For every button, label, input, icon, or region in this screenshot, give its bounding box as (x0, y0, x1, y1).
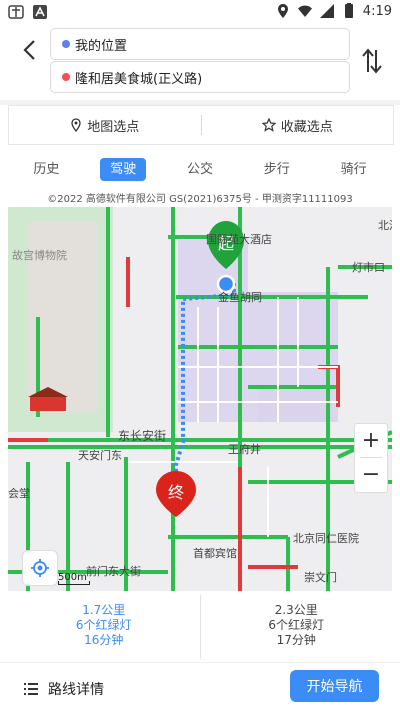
tab-walk[interactable]: 步行 (238, 158, 315, 177)
origin-field[interactable]: 我的位置 (50, 28, 350, 60)
route-options: 1.7公里 6个红绿灯 16分钟 2.3公里 6个红绿灯 17分钟 (8, 595, 392, 659)
map-label-guojiyuan: 国际苑大酒店 (206, 232, 272, 246)
map-copyright: ©2022 高德软件有限公司 GS(2021)6375号 - 甲测资字11111… (47, 194, 353, 205)
route-details-button[interactable]: 路线详情 (24, 679, 104, 699)
favorite-pick-label: 收藏选点 (280, 119, 333, 135)
tab-drive[interactable]: 驾驶 (85, 157, 162, 181)
start-navigation-button[interactable]: 开始导航 (290, 670, 379, 702)
map-pick-label: 地图选点 (87, 119, 140, 135)
block-area (258, 387, 333, 422)
wifi-icon (297, 5, 312, 17)
destination-dot-icon (62, 73, 70, 81)
map-label-beiheyan: 北河 (378, 219, 392, 232)
route-map[interactable]: 起 终 故宫博物院 灯市口 北河 金鱼胡同 国际苑大酒店 东长安街 天安门东 王… (8, 207, 392, 591)
locate-button[interactable] (22, 550, 58, 586)
map-pin-icon (71, 118, 81, 132)
end-marker-label: 终 (168, 483, 184, 502)
tab-label: 驾驶 (100, 157, 147, 181)
destination-text: 隆和居美食城(正义路) (75, 71, 203, 87)
map-label-changan: 东长安街 (118, 428, 166, 443)
route-duration: 16分钟 (84, 633, 124, 647)
map-label-chongwen: 崇文门 (304, 570, 337, 584)
star-icon (261, 118, 276, 132)
bottom-bar: 路线详情 开始导航 (0, 662, 400, 712)
swap-icon[interactable] (360, 48, 384, 74)
destination-field[interactable]: 隆和居美食城(正义路) (50, 61, 350, 93)
map-label-jinyu: 金鱼胡同 (218, 290, 262, 304)
map-label-wangfujing: 王府井 (228, 442, 261, 456)
route-lights: 6个红绿灯 (75, 618, 132, 632)
tab-label: 步行 (263, 161, 290, 177)
tab-label: 历史 (33, 161, 60, 177)
battery-icon (344, 3, 353, 18)
map-label-gugong: 故宫博物院 (12, 248, 67, 262)
tab-transit[interactable]: 公交 (162, 158, 239, 177)
status-time: 4:19 (362, 3, 392, 19)
route-lights: 6个红绿灯 (268, 618, 325, 632)
route-details-label: 路线详情 (48, 682, 104, 698)
point-options: 地图选点 收藏选点 (8, 105, 394, 145)
zoom-controls: + − (354, 423, 388, 493)
tab-bike[interactable]: 骑行 (315, 158, 392, 177)
back-arrow-icon[interactable] (18, 38, 42, 62)
map-label-tiananmen: 天安门东 (78, 448, 122, 462)
map-label-shoudu: 首都宾馆 (193, 546, 237, 560)
signal-icon (319, 4, 334, 18)
route-distance: 1.7公里 (82, 603, 126, 617)
status-left (8, 4, 48, 20)
map-label-dengshikou: 灯市口 (352, 260, 385, 274)
map-pick-button[interactable]: 地图选点 (9, 116, 201, 135)
text-icon (33, 5, 47, 19)
route-option-2[interactable]: 2.3公里 6个红绿灯 17分钟 (201, 595, 393, 659)
list-icon (24, 683, 38, 695)
map-scale: 500m (58, 572, 90, 585)
route-option-1[interactable]: 1.7公里 6个红绿灯 16分钟 (8, 595, 200, 659)
route-duration: 17分钟 (276, 633, 316, 647)
map-label-qianmen: 前门东大街 (86, 564, 141, 578)
zoom-in-button[interactable]: + (355, 424, 387, 457)
status-bar: 4:19 (0, 0, 400, 24)
app-icon (8, 5, 24, 19)
map-canvas[interactable]: 起 终 故宫博物院 灯市口 北河 金鱼胡同 国际苑大酒店 东长安街 天安门东 王… (8, 207, 392, 591)
location-icon (277, 4, 288, 18)
locate-icon (31, 559, 49, 577)
map-label-hall: 会堂 (8, 487, 30, 500)
route-distance: 2.3公里 (274, 603, 318, 617)
zoom-out-button[interactable]: − (355, 458, 387, 491)
status-right: 4:19 (275, 3, 392, 19)
tab-label: 公交 (186, 161, 213, 177)
origin-text: 我的位置 (75, 38, 128, 54)
origin-dot-icon (62, 40, 70, 48)
map-scale-label: 500m (58, 572, 87, 583)
favorite-pick-button[interactable]: 收藏选点 (202, 116, 394, 135)
route-search-header: 我的位置 隆和居美食城(正义路) (0, 24, 400, 100)
tab-history[interactable]: 历史 (8, 158, 85, 177)
tab-label: 骑行 (340, 161, 367, 177)
map-label-tongren: 北京同仁医院 (293, 531, 359, 545)
travel-mode-tabs: 历史 驾驶 公交 步行 骑行 (8, 148, 392, 186)
